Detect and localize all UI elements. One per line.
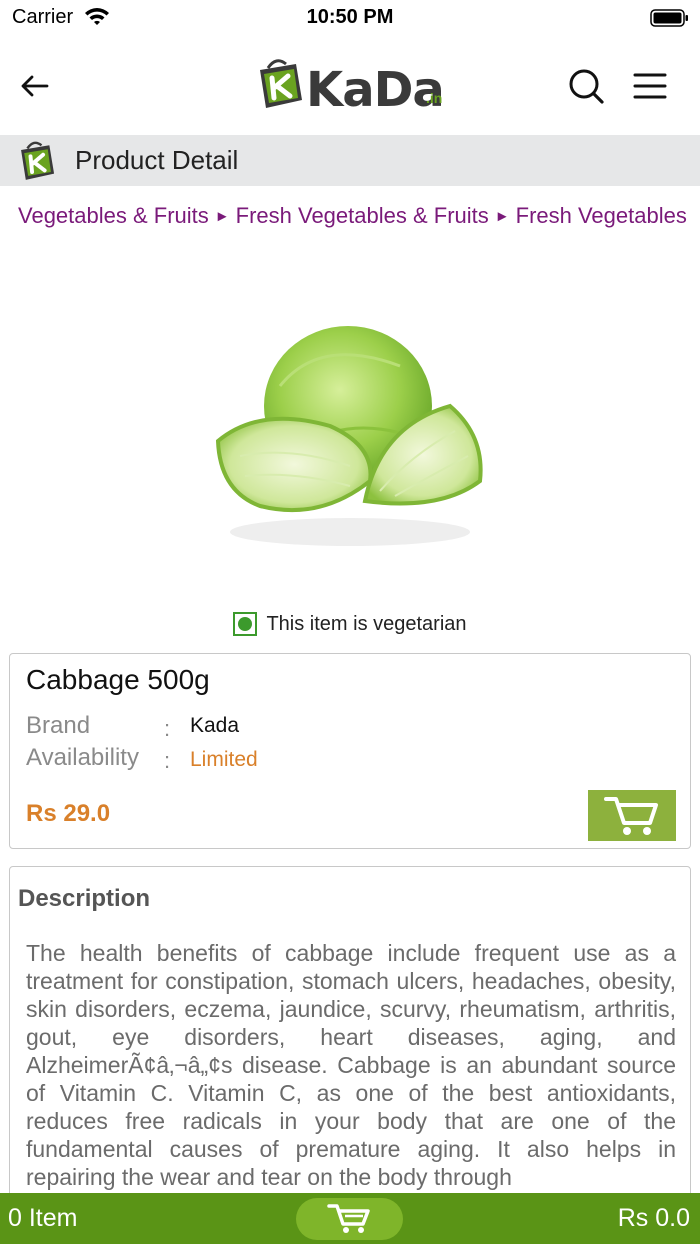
search-button[interactable] xyxy=(564,64,608,108)
logo-text: KaDa xyxy=(306,62,445,118)
status-time: 10:50 PM xyxy=(306,6,394,28)
cart-item-count: 0 Item xyxy=(8,1204,78,1232)
veg-indicator-icon xyxy=(233,612,258,636)
breadcrumb-item-fresh-vegetables[interactable]: Fresh Vegetables xyxy=(516,203,687,228)
product-image xyxy=(200,296,500,566)
menu-button[interactable] xyxy=(630,66,670,106)
description-card: Description The health benefits of cabba… xyxy=(9,866,691,1206)
battery-icon xyxy=(650,8,690,33)
breadcrumb-item-vegetables-fruits[interactable]: Vegetables & Fruits xyxy=(18,203,209,228)
arrow-left-icon xyxy=(21,75,49,97)
veg-label: This item is vegetarian xyxy=(266,612,467,635)
brand-label: Brand xyxy=(26,712,91,739)
back-button[interactable] xyxy=(14,66,54,106)
brand-value: Kada xyxy=(190,714,240,737)
brand-colon: : xyxy=(164,716,171,741)
kada-logo[interactable]: KaDa .in xyxy=(254,56,454,118)
kada-bag-icon xyxy=(260,59,302,108)
add-to-cart-button[interactable] xyxy=(588,790,676,841)
search-icon xyxy=(569,69,604,104)
availability-colon: : xyxy=(164,748,171,773)
logo-tld: .in xyxy=(426,90,443,106)
breadcrumb-separator: ► xyxy=(214,208,230,225)
nav-bar: KaDa .in xyxy=(0,36,700,134)
breadcrumb: Vegetables & Fruits ► Fresh Vegetables & F… xyxy=(18,202,688,230)
description-text: The health benefits of cabbage include f… xyxy=(26,940,676,1190)
breadcrumb-separator: ► xyxy=(494,208,510,225)
kada-bag-icon xyxy=(21,141,55,180)
view-cart-button[interactable] xyxy=(296,1198,403,1240)
product-name: Cabbage 500g xyxy=(26,664,210,695)
hamburger-menu-icon xyxy=(633,73,667,99)
cart-bar: 0 Item Rs 0.0 xyxy=(0,1193,700,1244)
cart-icon xyxy=(326,1204,370,1233)
description-title: Description xyxy=(18,885,151,912)
cart-total: Rs 0.0 xyxy=(617,1204,690,1232)
product-price: Rs 29.0 xyxy=(26,800,111,827)
status-bar: Carrier 10:50 PM xyxy=(0,0,700,36)
availability-value: Limited xyxy=(190,748,258,771)
veg-label-row: This item is vegetarian xyxy=(0,610,700,638)
breadcrumb-item-fresh-vegetables-fruits[interactable]: Fresh Vegetables & Fruits xyxy=(236,203,489,228)
product-card: Cabbage 500g Brand : Kada Availability :… xyxy=(9,653,691,849)
availability-label: Availability xyxy=(26,744,139,771)
cart-icon xyxy=(604,796,658,835)
page-title: Product Detail xyxy=(75,145,239,175)
section-header: Product Detail xyxy=(0,135,700,186)
